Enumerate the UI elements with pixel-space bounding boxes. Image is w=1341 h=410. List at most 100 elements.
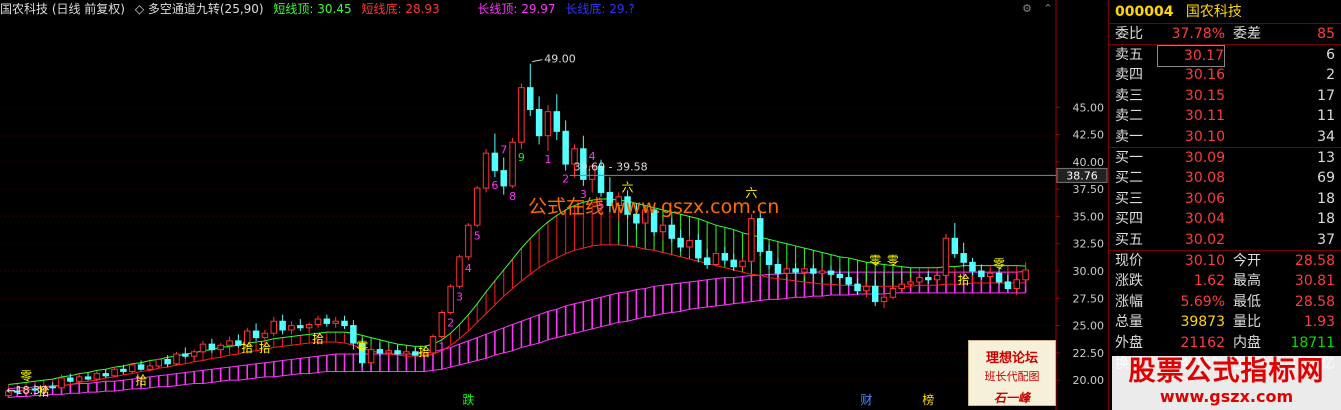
stat-value: 30.81: [1294, 273, 1335, 290]
candle-up: [173, 353, 180, 365]
candle-up: [986, 272, 994, 277]
ask-price: 30.10: [1184, 128, 1225, 145]
indicator-name[interactable]: ◇ 多空通道九转(25,90): [135, 2, 264, 16]
long-channel-bottom-line: [8, 292, 1026, 399]
candle-up: [305, 324, 313, 329]
nine-turn-count-label: 7: [500, 144, 507, 157]
ask-row[interactable]: 卖五 30.17 6: [1109, 44, 1341, 68]
weibi-row: 委比 37.78% 委差 85: [1109, 24, 1341, 45]
candle-down: [252, 330, 260, 339]
bottom-event-label: 财: [860, 393, 872, 407]
bid-row[interactable]: 买一 30.09 13: [1109, 148, 1341, 169]
kline-chart-area[interactable]: 20.00 22.50 25.00 27.50 30.00 32.50 35.00 37.50…: [0, 0, 1108, 410]
ask-price: 30.17: [1157, 44, 1225, 68]
candle-down: [969, 261, 976, 272]
candle-up: [1013, 279, 1020, 289]
bid-row[interactable]: 买五 30.02 37: [1109, 230, 1341, 251]
candle-up: [880, 296, 888, 303]
candle-up: [509, 141, 516, 187]
ask-volume: 6: [1326, 46, 1335, 63]
candle-up: [447, 285, 454, 314]
ask-row[interactable]: 卖一 30.10 34: [1109, 127, 1341, 148]
watermark-center: 公式在线 www.gszx.com.cn: [528, 196, 780, 218]
ask-level-label: 卖三: [1115, 87, 1143, 104]
stock-name[interactable]: 国农科技: [1186, 4, 1242, 20]
stat-label: 现价: [1115, 252, 1143, 269]
y-tick-label: 20.00: [1073, 374, 1105, 387]
candle-down: [164, 358, 171, 365]
candle-down: [182, 353, 189, 357]
candle-up: [518, 87, 525, 143]
stat-row: 现价 30.10 今开 28.58: [1109, 251, 1341, 272]
candle-down: [137, 364, 145, 370]
candle-up: [783, 268, 791, 274]
candle-down: [845, 277, 852, 285]
short-top-label: 短线顶: 30.45: [273, 2, 352, 16]
candle-up: [146, 365, 154, 370]
weibi-label: 委比: [1115, 26, 1143, 42]
ask-row[interactable]: 卖四 30.16 2: [1109, 65, 1341, 86]
candle-up: [385, 350, 392, 354]
candle-up: [58, 377, 65, 389]
stat-label: 今开: [1233, 252, 1261, 269]
stat-value: 21162: [1180, 334, 1225, 351]
ask-price: 30.16: [1184, 67, 1225, 84]
ask-row[interactable]: 卖三 30.15 17: [1109, 86, 1341, 107]
bid-volume: 37: [1317, 231, 1335, 248]
candle-up: [1022, 269, 1029, 281]
candle-down: [774, 263, 782, 274]
ask-price: 30.11: [1184, 108, 1225, 125]
chevron-up-icon[interactable]: ⌃: [1041, 2, 1055, 16]
stat-row: 涨幅 5.69% 最低 28.58: [1109, 292, 1341, 313]
bottom-event-label: 跌: [462, 392, 474, 407]
bid-price: 30.08: [1184, 170, 1225, 187]
bid-volume: 18: [1317, 190, 1335, 207]
stat-value: 30.10: [1184, 252, 1225, 269]
signal-label: 拾: [259, 340, 271, 355]
candle-down: [208, 343, 216, 351]
stat-label: 量比: [1233, 314, 1261, 331]
candle-down: [341, 320, 348, 327]
stat-label: 外盘: [1115, 334, 1143, 351]
site-url: www.gszx.com: [1159, 387, 1294, 406]
forum-signature: 石一峰: [993, 391, 1030, 405]
nine-turn-count-label: 8: [509, 190, 516, 203]
stat-value: 5.69%: [1180, 293, 1225, 310]
candle-up: [544, 111, 552, 137]
stat-label: 总量: [1115, 314, 1143, 331]
quote-panel: 000004 国农科技 委比 37.78% 委差 85 卖五 30.17 6 卖四 30…: [1108, 0, 1341, 410]
stock-code[interactable]: 000004: [1115, 4, 1173, 20]
ask-row[interactable]: 卖二 30.11 11: [1109, 106, 1341, 127]
bid-row[interactable]: 买四 30.04 18: [1109, 209, 1341, 230]
bid-row[interactable]: 买三 30.06 18: [1109, 189, 1341, 210]
candle-down: [925, 277, 932, 281]
candle-down: [854, 283, 861, 292]
y-tick-label: 37.50: [1073, 183, 1105, 196]
candle-up: [367, 349, 375, 364]
candle-up: [93, 373, 101, 380]
site-name: 股票公式指标网: [1128, 356, 1325, 387]
candle-down: [297, 325, 304, 329]
long-top-label: 长线顶: 29.97: [477, 2, 556, 16]
ask-volume: 34: [1317, 128, 1335, 145]
gear-icon[interactable]: ⚙: [1020, 2, 1034, 16]
bid-price: 30.06: [1184, 190, 1225, 207]
candle-up: [129, 364, 136, 372]
bid-row[interactable]: 买二 30.08 69: [1109, 168, 1341, 189]
bid-volume: 13: [1317, 149, 1335, 166]
nine-turn-count-label: 9: [518, 151, 525, 164]
candle-up: [898, 283, 905, 289]
candle-down: [279, 320, 286, 331]
candle-up: [659, 224, 667, 233]
ask-volume: 11: [1317, 108, 1335, 125]
bid-level-label: 买五: [1115, 231, 1143, 248]
y-tick-label: 22.50: [1073, 347, 1105, 360]
candle-up: [801, 268, 808, 273]
stock-title: 国农科技 (日线 前复权): [0, 2, 125, 16]
nine-turn-count-label: 3: [456, 290, 463, 303]
candle-down: [836, 273, 844, 279]
candle-down: [995, 272, 1003, 283]
candle-up: [403, 351, 410, 355]
signal-label: 拾: [135, 373, 147, 388]
y-tick-label: 40.00: [1073, 156, 1105, 169]
